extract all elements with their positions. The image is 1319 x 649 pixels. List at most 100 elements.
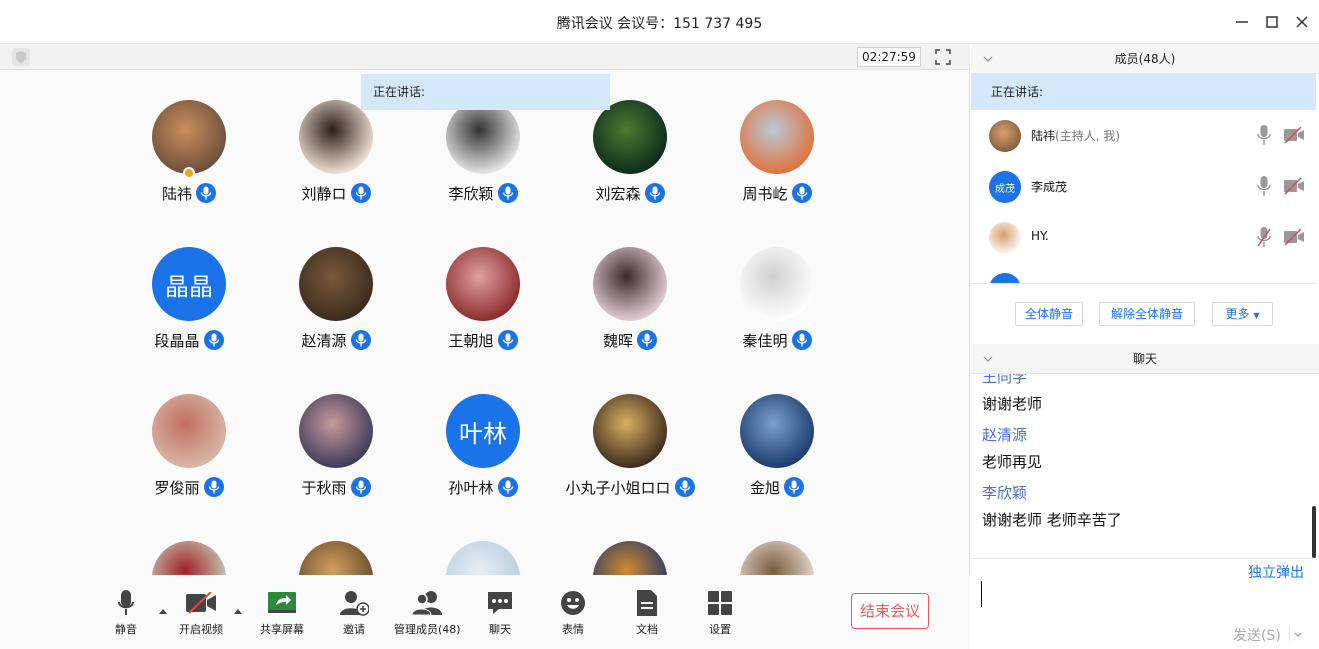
chat-header[interactable]: 聊天 bbox=[971, 344, 1319, 374]
participant-tile[interactable]: 魏晖 bbox=[555, 217, 705, 350]
members-speaking-label: 正在讲话: bbox=[971, 74, 1316, 110]
start-video-button[interactable]: 开启视频 bbox=[174, 587, 228, 643]
avatar-initials: 晶晶 bbox=[165, 272, 213, 301]
participant-tile[interactable]: 秦佳明 bbox=[702, 217, 852, 350]
video-area: 02:27:59 陆祎 刘静ロ 李欣颖 刘宏森 周书屹 晶晶 段晶晶 赵清源 王朝旭 魏晖 秦佳明罗… bbox=[0, 44, 970, 649]
caret-up-icon bbox=[159, 609, 167, 614]
mic-active-icon bbox=[674, 477, 695, 497]
participant-name-row: 王朝旭 bbox=[408, 329, 558, 351]
chat-message-text: 谢谢老师 bbox=[982, 395, 1043, 413]
fullscreen-icon[interactable] bbox=[934, 48, 952, 66]
camera-off-icon[interactable] bbox=[1283, 228, 1305, 246]
member-row[interactable]: 陆祎(主持人, 我) bbox=[971, 110, 1316, 160]
chat-sender: 李欣颖 bbox=[982, 484, 1028, 502]
participant-name: 罗俊丽 bbox=[154, 478, 200, 497]
microphone-icon[interactable] bbox=[1257, 175, 1271, 197]
members-icon bbox=[411, 591, 442, 616]
close-button[interactable] bbox=[1292, 12, 1312, 32]
participant-name-row: 刘静ロ bbox=[261, 182, 411, 204]
avatar-initials: 叶林 bbox=[459, 419, 507, 448]
camera-off-icon[interactable] bbox=[1283, 177, 1305, 195]
popout-chat-link[interactable]: 独立弹出 bbox=[1248, 562, 1304, 582]
send-button[interactable]: 发送(S) bbox=[1233, 625, 1281, 645]
participant-name-row: 罗俊丽 bbox=[114, 476, 264, 498]
participant-name: 段晶晶 bbox=[154, 331, 200, 350]
microphone-icon[interactable] bbox=[1257, 124, 1271, 146]
avatar bbox=[593, 100, 667, 174]
mic-active-icon bbox=[644, 183, 665, 203]
emoji-button[interactable]: 表情 bbox=[555, 587, 591, 643]
chat-label: 聊天 bbox=[489, 623, 511, 636]
minimize-button[interactable] bbox=[1232, 12, 1252, 32]
meeting-info-bar: 02:27:59 bbox=[0, 44, 970, 70]
participant-name-row: 金旭 bbox=[702, 476, 852, 498]
chat-input-area[interactable]: 独立弹出 发送(S) bbox=[971, 558, 1316, 649]
caret-up-icon bbox=[234, 609, 242, 614]
member-row[interactable]: 成茂 李成茂 bbox=[971, 161, 1316, 211]
documents-label: 文档 bbox=[636, 623, 658, 636]
end-meeting-button[interactable]: 结束会议 bbox=[851, 593, 929, 629]
chevron-down-icon bbox=[1294, 632, 1302, 637]
participant-name-row: 魏晖 bbox=[555, 329, 705, 351]
mic-muted-icon[interactable] bbox=[1257, 226, 1271, 248]
participant-tile[interactable] bbox=[555, 511, 705, 575]
participant-tile[interactable]: 金旭 bbox=[702, 364, 852, 497]
minimize-icon bbox=[1236, 21, 1248, 23]
mute-button[interactable]: 静音 bbox=[104, 587, 148, 643]
participant-tile[interactable] bbox=[114, 511, 264, 575]
member-role: (主持人, 我) bbox=[1055, 129, 1121, 143]
participant-tile[interactable] bbox=[261, 511, 411, 575]
avatar bbox=[989, 273, 1021, 283]
chat-button[interactable]: 聊天 bbox=[482, 587, 518, 643]
share-screen-icon bbox=[268, 592, 296, 613]
more-button[interactable]: 更多 ▼ bbox=[1212, 302, 1273, 326]
member-row[interactable]: HY. bbox=[971, 212, 1316, 262]
participant-grid: 陆祎 刘静ロ 李欣颖 刘宏森 周书屹 晶晶 段晶晶 赵清源 王朝旭 魏晖 秦佳明 罗俊丽 于秋雨 叶林 孙叶… bbox=[0, 70, 970, 575]
microphone-icon bbox=[118, 590, 134, 615]
avatar bbox=[593, 394, 667, 468]
avatar bbox=[740, 541, 814, 575]
participant-tile[interactable]: 于秋雨 bbox=[261, 364, 411, 497]
invite-button[interactable]: 邀请 bbox=[334, 587, 374, 643]
participant-name: 王朝旭 bbox=[448, 331, 494, 350]
participant-tile[interactable] bbox=[408, 511, 558, 575]
avatar: 成茂 bbox=[989, 171, 1021, 203]
video-options-caret[interactable] bbox=[234, 601, 242, 614]
maximize-icon bbox=[1266, 16, 1278, 28]
settings-button[interactable]: 设置 bbox=[702, 587, 738, 643]
participant-tile[interactable]: 罗俊丽 bbox=[114, 364, 264, 497]
chat-scrollbar[interactable] bbox=[1312, 506, 1316, 558]
member-row[interactable] bbox=[971, 263, 1316, 283]
maximize-button[interactable] bbox=[1262, 12, 1282, 32]
documents-button[interactable]: 文档 bbox=[629, 587, 665, 643]
participant-tile[interactable]: 小丸子小姐ロロ bbox=[555, 364, 705, 497]
security-shield-icon[interactable] bbox=[12, 48, 30, 66]
participant-tile[interactable]: 叶林 孙叶林 bbox=[408, 364, 558, 497]
participant-tile[interactable]: 晶晶段晶晶 bbox=[114, 217, 264, 350]
mic-active-icon bbox=[350, 183, 371, 203]
unmute-all-button[interactable]: 解除全体静音 bbox=[1099, 302, 1195, 326]
chat-title: 聊天 bbox=[1132, 352, 1157, 366]
avatar bbox=[152, 394, 226, 468]
mic-active-icon bbox=[497, 477, 518, 497]
text-cursor bbox=[981, 581, 982, 607]
participant-name-row: 陆祎 bbox=[114, 182, 264, 204]
participant-tile[interactable]: 周书屹 bbox=[702, 70, 852, 203]
share-screen-button[interactable]: 共享屏幕 bbox=[254, 587, 310, 643]
mic-options-caret[interactable] bbox=[159, 601, 167, 614]
participant-name: 秦佳明 bbox=[742, 331, 788, 350]
camera-off-icon[interactable] bbox=[1283, 126, 1305, 144]
manage-members-button[interactable]: 管理成员(48) bbox=[394, 587, 461, 643]
side-panel: 成员(48人) 正在讲话: 陆祎(主持人, 我) 成茂 李成茂 HY. 全体静音 解除… bbox=[971, 44, 1319, 649]
participant-tile[interactable]: 陆祎 bbox=[114, 70, 264, 203]
mute-all-button[interactable]: 全体静音 bbox=[1015, 302, 1083, 326]
avatar bbox=[446, 541, 520, 575]
mic-active-icon bbox=[784, 477, 804, 497]
members-header[interactable]: 成员(48人) bbox=[971, 44, 1319, 74]
participant-name-row: 李欣颖 bbox=[408, 182, 558, 204]
avatar bbox=[740, 247, 814, 321]
send-options-dropdown[interactable] bbox=[1289, 627, 1303, 641]
participant-tile[interactable]: 王朝旭 bbox=[408, 217, 558, 350]
participant-tile[interactable]: 赵清源 bbox=[261, 217, 411, 350]
participant-tile[interactable] bbox=[702, 511, 852, 575]
